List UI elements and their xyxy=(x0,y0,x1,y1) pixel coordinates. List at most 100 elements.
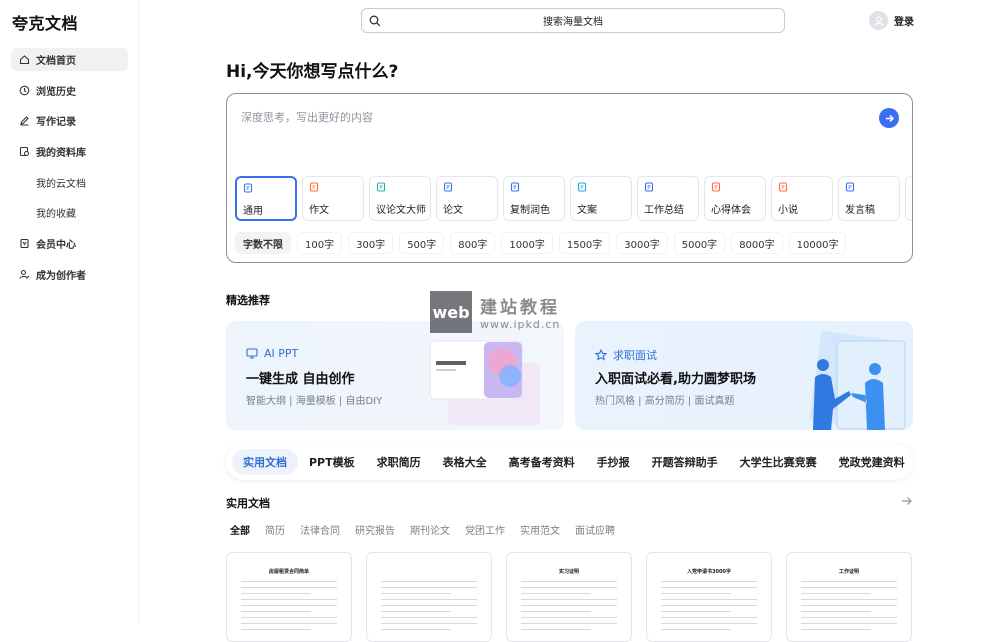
search-bar[interactable]: 搜索海量文档 xyxy=(361,8,785,33)
doc-text-line xyxy=(381,611,451,612)
category-card[interactable]: 究 xyxy=(905,176,912,221)
sidebar-item-member[interactable]: 会员中心 xyxy=(11,232,128,255)
word-count-option[interactable]: 10000字 xyxy=(788,232,847,254)
doc-text-line xyxy=(661,593,731,594)
avatar[interactable] xyxy=(869,11,888,30)
word-count-option[interactable]: 1500字 xyxy=(558,232,611,254)
doc-card[interactable]: 入党申请书3000字 xyxy=(646,552,772,642)
tab-item[interactable]: 大学生比赛竞赛 xyxy=(729,449,828,475)
category-label: 论文 xyxy=(443,205,463,216)
word-count-option[interactable]: 800字 xyxy=(450,232,496,254)
doc-title: 工作证明 xyxy=(838,569,859,575)
doc-text-line xyxy=(241,605,337,606)
tab-item[interactable]: 高考备考资料 xyxy=(498,449,586,475)
sidebar-item-cloud-docs[interactable]: 我的云文档 xyxy=(11,171,128,194)
filter-option[interactable]: 党团工作 xyxy=(465,522,505,537)
category-card[interactable]: 心得体会 xyxy=(704,176,766,221)
doc-card[interactable] xyxy=(366,552,492,642)
filter-option[interactable]: 研究报告 xyxy=(355,522,395,537)
watermark: web 建站教程 www.ipkd.cn xyxy=(430,291,560,333)
word-count-option[interactable]: 1000字 xyxy=(501,232,553,254)
word-count-option[interactable]: 5000字 xyxy=(673,232,726,254)
arrow-right-icon[interactable] xyxy=(901,496,913,506)
category-card[interactable]: 工作总结 xyxy=(637,176,699,221)
category-card[interactable]: 文案 xyxy=(570,176,632,221)
filter-option[interactable]: 简历 xyxy=(265,522,285,537)
search-icon xyxy=(369,15,381,30)
category-icon xyxy=(243,183,253,193)
sidebar-item-home[interactable]: 文档首页 xyxy=(11,48,128,71)
category-card[interactable]: 作文 xyxy=(302,176,364,221)
tab-item[interactable]: 手抄报 xyxy=(586,449,641,475)
word-count-option[interactable]: 100字 xyxy=(297,232,343,254)
arrow-right-icon xyxy=(885,114,894,122)
category-card[interactable]: 复制润色 xyxy=(503,176,565,221)
tab-item[interactable]: 实用文档 xyxy=(232,449,298,475)
doc-card[interactable]: 房屋租赁合同简单 xyxy=(226,552,352,642)
doc-card[interactable]: 工作证明 xyxy=(786,552,912,642)
filter-option[interactable]: 面试应聘 xyxy=(575,522,615,537)
filter-option[interactable]: 期刊论文 xyxy=(410,522,450,537)
banner-subtitle: 热门风格 | 高分简历 | 面试真题 xyxy=(595,396,735,407)
doc-text-line xyxy=(801,599,897,600)
category-label: 文案 xyxy=(577,205,597,216)
category-icon xyxy=(309,182,319,192)
word-count-option[interactable]: 3000字 xyxy=(616,232,668,254)
tab-item[interactable]: 表格大全 xyxy=(432,449,498,475)
login-link[interactable]: 登录 xyxy=(894,13,914,28)
doc-text-line xyxy=(801,629,871,630)
filter-option[interactable]: 全部 xyxy=(230,522,250,537)
doc-text-line xyxy=(521,617,617,618)
job-interview-banner[interactable]: 求职面试 入职面试必看,助力圆梦职场 热门风格 | 高分简历 | 面试真题 xyxy=(575,321,913,430)
category-card[interactable]: 通用 xyxy=(235,176,297,221)
filter-option[interactable]: 法律合同 xyxy=(300,522,340,537)
category-card[interactable]: 论文 xyxy=(436,176,498,221)
banner-tag-label: AI PPT xyxy=(264,347,299,360)
doc-text-line xyxy=(381,605,477,606)
sidebar-item-label: 写作记录 xyxy=(36,117,76,129)
sidebar-item-favorites[interactable]: 我的收藏 xyxy=(11,201,128,224)
category-icon xyxy=(443,182,453,192)
watermark-logo: web xyxy=(430,291,472,333)
pen-icon xyxy=(19,115,30,126)
category-card[interactable]: 小说 xyxy=(771,176,833,221)
category-label: 心得体会 xyxy=(711,205,751,216)
category-list: 通用 作文 议论文大师 论文 复制润色 文案 工作总结 心得体会 小说 发言稿 究 xyxy=(235,176,912,221)
tab-item[interactable]: 党政党建资料 xyxy=(828,449,913,475)
banner-headline: 一键生成 自由创作 xyxy=(246,372,355,387)
doc-card[interactable]: 实习证明 xyxy=(506,552,632,642)
sidebar-item-writing-records[interactable]: 写作记录 xyxy=(11,109,128,132)
tab-item[interactable]: 开题答辩助手 xyxy=(641,449,729,475)
user-login[interactable]: 登录 xyxy=(869,11,914,30)
doc-text-line xyxy=(801,593,871,594)
send-button[interactable] xyxy=(879,108,899,128)
sidebar-item-creator[interactable]: 成为创作者 xyxy=(11,263,128,286)
doc-text-line xyxy=(241,599,337,600)
word-count-option[interactable]: 8000字 xyxy=(731,232,783,254)
word-count-option[interactable]: 500字 xyxy=(399,232,445,254)
sidebar-item-label: 我的收藏 xyxy=(36,209,76,221)
sidebar-item-history[interactable]: 浏览历史 xyxy=(11,79,128,102)
app-logo[interactable]: 夸克文档 xyxy=(12,10,78,34)
category-card[interactable]: 发言稿 xyxy=(838,176,900,221)
sidebar-item-library[interactable]: 我的资料库 xyxy=(11,140,128,163)
tab-item[interactable]: 求职简历 xyxy=(366,449,432,475)
doc-text-line xyxy=(801,581,897,582)
word-count-list: 字数不限 100字 300字 500字 800字 1000字 1500字 3000字 5000字… xyxy=(235,232,847,254)
category-label: 复制润色 xyxy=(510,205,550,216)
prompt-input[interactable]: 深度思考，写出更好的内容 xyxy=(241,109,373,125)
doc-text-line xyxy=(661,581,757,582)
category-card[interactable]: 议论文大师 xyxy=(369,176,431,221)
word-count-option[interactable]: 字数不限 xyxy=(235,232,291,254)
doc-text-line xyxy=(661,587,757,588)
doc-text-line xyxy=(801,617,897,618)
sidebar-item-label: 我的资料库 xyxy=(36,148,86,160)
category-icon xyxy=(644,182,654,192)
ai-ppt-banner[interactable]: AI PPT 一键生成 自由创作 智能大纲 | 海量模板 | 自由DIY xyxy=(226,321,564,430)
filter-option[interactable]: 实用范文 xyxy=(520,522,560,537)
sidebar-nav: 文档首页 浏览历史 写作记录 我的资料库 我的云文档 我的收藏 会员中心 成为创… xyxy=(11,48,128,294)
clock-icon xyxy=(19,85,30,96)
tab-item[interactable]: PPT模板 xyxy=(298,449,366,475)
category-icon xyxy=(577,182,587,192)
word-count-option[interactable]: 300字 xyxy=(348,232,394,254)
